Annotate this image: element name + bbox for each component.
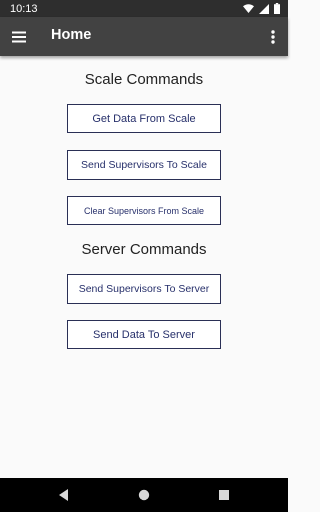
send-supervisors-to-scale-button[interactable]: Send Supervisors To Scale [67, 150, 221, 180]
navigation-bar [0, 478, 288, 512]
signal-icon [259, 3, 269, 14]
back-icon[interactable] [56, 487, 72, 503]
send-supervisors-to-server-button[interactable]: Send Supervisors To Server [67, 274, 221, 304]
send-data-to-server-button[interactable]: Send Data To Server [67, 320, 221, 349]
server-commands-heading: Server Commands [81, 241, 207, 258]
status-icons [243, 3, 280, 14]
status-bar: 10:13 [0, 0, 288, 17]
recents-icon[interactable] [216, 487, 232, 503]
menu-icon[interactable] [9, 27, 29, 47]
page-title: Home [51, 27, 92, 43]
status-time: 10:13 [10, 2, 38, 15]
get-data-from-scale-button[interactable]: Get Data From Scale [67, 104, 221, 133]
home-icon[interactable] [136, 487, 152, 503]
battery-icon [274, 3, 280, 14]
wifi-icon [243, 4, 254, 13]
app-bar: Home [0, 17, 288, 56]
more-vert-icon[interactable] [266, 27, 280, 47]
scale-commands-heading: Scale Commands [84, 71, 204, 88]
clear-supervisors-from-scale-button[interactable]: Clear Supervisors From Scale [67, 196, 221, 225]
